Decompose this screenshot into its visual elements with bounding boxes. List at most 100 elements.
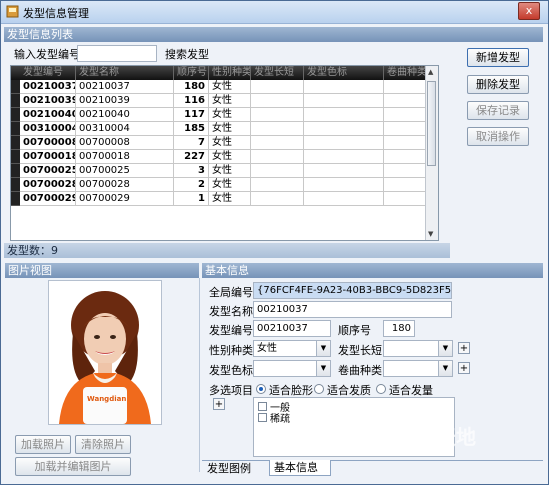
table-row[interactable]: 00700018 00700018 227 女性 xyxy=(11,150,438,164)
chevron-down-icon[interactable]: ▼ xyxy=(438,361,452,376)
table-cell-code[interactable]: 00700028 xyxy=(20,178,76,192)
table-cell-color[interactable] xyxy=(304,192,384,206)
row-indicator[interactable] xyxy=(11,164,20,178)
table-row[interactable]: 00210040 00210040 117 女性 xyxy=(11,108,438,122)
table-row[interactable]: 00700025 00700025 3 女性 xyxy=(11,164,438,178)
table-cell-gender[interactable]: 女性 xyxy=(209,108,251,122)
table-cell-length[interactable] xyxy=(251,136,304,150)
table-row[interactable]: 00700028 00700028 2 女性 xyxy=(11,178,438,192)
color-select[interactable]: ▼ xyxy=(253,360,331,377)
table-cell-curl[interactable] xyxy=(384,192,426,206)
table-cell-code[interactable]: 00700025 xyxy=(20,164,76,178)
table-cell-length[interactable] xyxy=(251,164,304,178)
table-cell-color[interactable] xyxy=(304,136,384,150)
table-cell-order[interactable]: 2 xyxy=(174,178,209,192)
table-scrollbar[interactable]: ▲ ▼ xyxy=(425,66,438,240)
table-cell-gender[interactable]: 女性 xyxy=(209,94,251,108)
table-cell-order[interactable]: 7 xyxy=(174,136,209,150)
search-button[interactable]: 搜索发型 xyxy=(165,46,209,62)
table-cell-name[interactable]: 00210040 xyxy=(76,108,174,122)
table-cell-order[interactable]: 116 xyxy=(174,94,209,108)
table-cell-code[interactable]: 00210039 xyxy=(20,94,76,108)
tab-basic-info[interactable]: 基本信息 xyxy=(269,460,331,476)
table-cell-order[interactable]: 185 xyxy=(174,122,209,136)
table-cell-gender[interactable]: 女性 xyxy=(209,122,251,136)
table-cell-color[interactable] xyxy=(304,150,384,164)
table-cell-color[interactable] xyxy=(304,164,384,178)
table-cell-length[interactable] xyxy=(251,150,304,164)
table-cell-length[interactable] xyxy=(251,192,304,206)
tab-style-example[interactable]: 发型图例 xyxy=(203,461,265,477)
col-header[interactable]: 发型名称 xyxy=(76,66,174,80)
table-cell-code[interactable]: 00700008 xyxy=(20,136,76,150)
table-cell-name[interactable]: 00700029 xyxy=(76,192,174,206)
col-header[interactable]: 发型编号 xyxy=(20,66,76,80)
table-row[interactable]: 00210037 00210037 180 女性 xyxy=(11,80,438,94)
row-indicator[interactable] xyxy=(11,178,20,192)
table-cell-curl[interactable] xyxy=(384,80,426,94)
col-header[interactable]: 发型长短 xyxy=(251,66,304,80)
table-cell-order[interactable]: 180 xyxy=(174,80,209,94)
table-cell-code[interactable]: 00700018 xyxy=(20,150,76,164)
load-edit-image-button[interactable]: 加载并编辑图片 xyxy=(15,457,131,476)
save-record-button[interactable]: 保存记录 xyxy=(467,101,529,120)
table-cell-order[interactable]: 117 xyxy=(174,108,209,122)
table-cell-curl[interactable] xyxy=(384,122,426,136)
table-cell-name[interactable]: 00310004 xyxy=(76,122,174,136)
table-cell-gender[interactable]: 女性 xyxy=(209,178,251,192)
add-option-button[interactable]: + xyxy=(213,398,225,410)
row-indicator[interactable] xyxy=(11,80,20,94)
chevron-down-icon[interactable]: ▼ xyxy=(316,361,330,376)
radio-hair-volume-label[interactable]: 适合发量 xyxy=(389,382,433,398)
close-button[interactable]: x xyxy=(518,2,540,20)
table-cell-color[interactable] xyxy=(304,178,384,192)
table-cell-color[interactable] xyxy=(304,94,384,108)
style-code-field[interactable]: 00210037 xyxy=(253,320,331,337)
table-cell-length[interactable] xyxy=(251,94,304,108)
table-cell-color[interactable] xyxy=(304,122,384,136)
table-cell-curl[interactable] xyxy=(384,94,426,108)
length-select[interactable]: ▼ xyxy=(383,340,453,357)
table-cell-curl[interactable] xyxy=(384,164,426,178)
table-cell-name[interactable]: 00700008 xyxy=(76,136,174,150)
checkbox-normal[interactable] xyxy=(258,402,267,411)
radio-face-shape[interactable] xyxy=(256,384,266,394)
table-cell-order[interactable]: 1 xyxy=(174,192,209,206)
table-row[interactable]: 00210039 00210039 116 女性 xyxy=(11,94,438,108)
table-cell-name[interactable]: 00700018 xyxy=(76,150,174,164)
table-cell-curl[interactable] xyxy=(384,150,426,164)
table-cell-gender[interactable]: 女性 xyxy=(209,164,251,178)
table-cell-code[interactable]: 00210040 xyxy=(20,108,76,122)
delete-style-button[interactable]: 删除发型 xyxy=(467,75,529,94)
table-cell-length[interactable] xyxy=(251,122,304,136)
style-name-field[interactable]: 00210037 xyxy=(253,301,452,318)
table-cell-length[interactable] xyxy=(251,108,304,122)
table-cell-name[interactable]: 00700028 xyxy=(76,178,174,192)
radio-hair-quality-label[interactable]: 适合发质 xyxy=(327,382,371,398)
col-header[interactable]: 发型色标 xyxy=(304,66,384,80)
scroll-thumb[interactable] xyxy=(427,81,436,166)
table-cell-name[interactable]: 00700025 xyxy=(76,164,174,178)
gender-select[interactable]: 女性 ▼ xyxy=(253,340,331,357)
table-cell-gender[interactable]: 女性 xyxy=(209,192,251,206)
table-cell-curl[interactable] xyxy=(384,108,426,122)
table-cell-curl[interactable] xyxy=(384,178,426,192)
scroll-down-icon[interactable]: ▼ xyxy=(428,230,433,238)
radio-hair-volume[interactable] xyxy=(376,384,386,394)
add-style-button[interactable]: 新增发型 xyxy=(467,48,529,67)
load-photo-button[interactable]: 加载照片 xyxy=(15,435,71,454)
row-indicator[interactable] xyxy=(11,192,20,206)
table-cell-color[interactable] xyxy=(304,80,384,94)
col-header[interactable]: 卷曲种类 xyxy=(384,66,426,80)
row-indicator[interactable] xyxy=(11,122,20,136)
table-cell-code[interactable]: 00310004 xyxy=(20,122,76,136)
guid-field[interactable]: {76FCF4FE-9A23-40B3-BBC9-5D823F5CF5C9} xyxy=(253,282,452,299)
table-cell-gender[interactable]: 女性 xyxy=(209,80,251,94)
col-header[interactable]: 顺序号 xyxy=(174,66,209,80)
order-field[interactable]: 180 xyxy=(383,320,415,337)
table-cell-name[interactable]: 00210037 xyxy=(76,80,174,94)
curl-select[interactable]: ▼ xyxy=(383,360,453,377)
table-cell-order[interactable]: 3 xyxy=(174,164,209,178)
col-header[interactable]: 性别种类 xyxy=(209,66,251,80)
radio-face-shape-label[interactable]: 适合脸形 xyxy=(269,382,313,398)
